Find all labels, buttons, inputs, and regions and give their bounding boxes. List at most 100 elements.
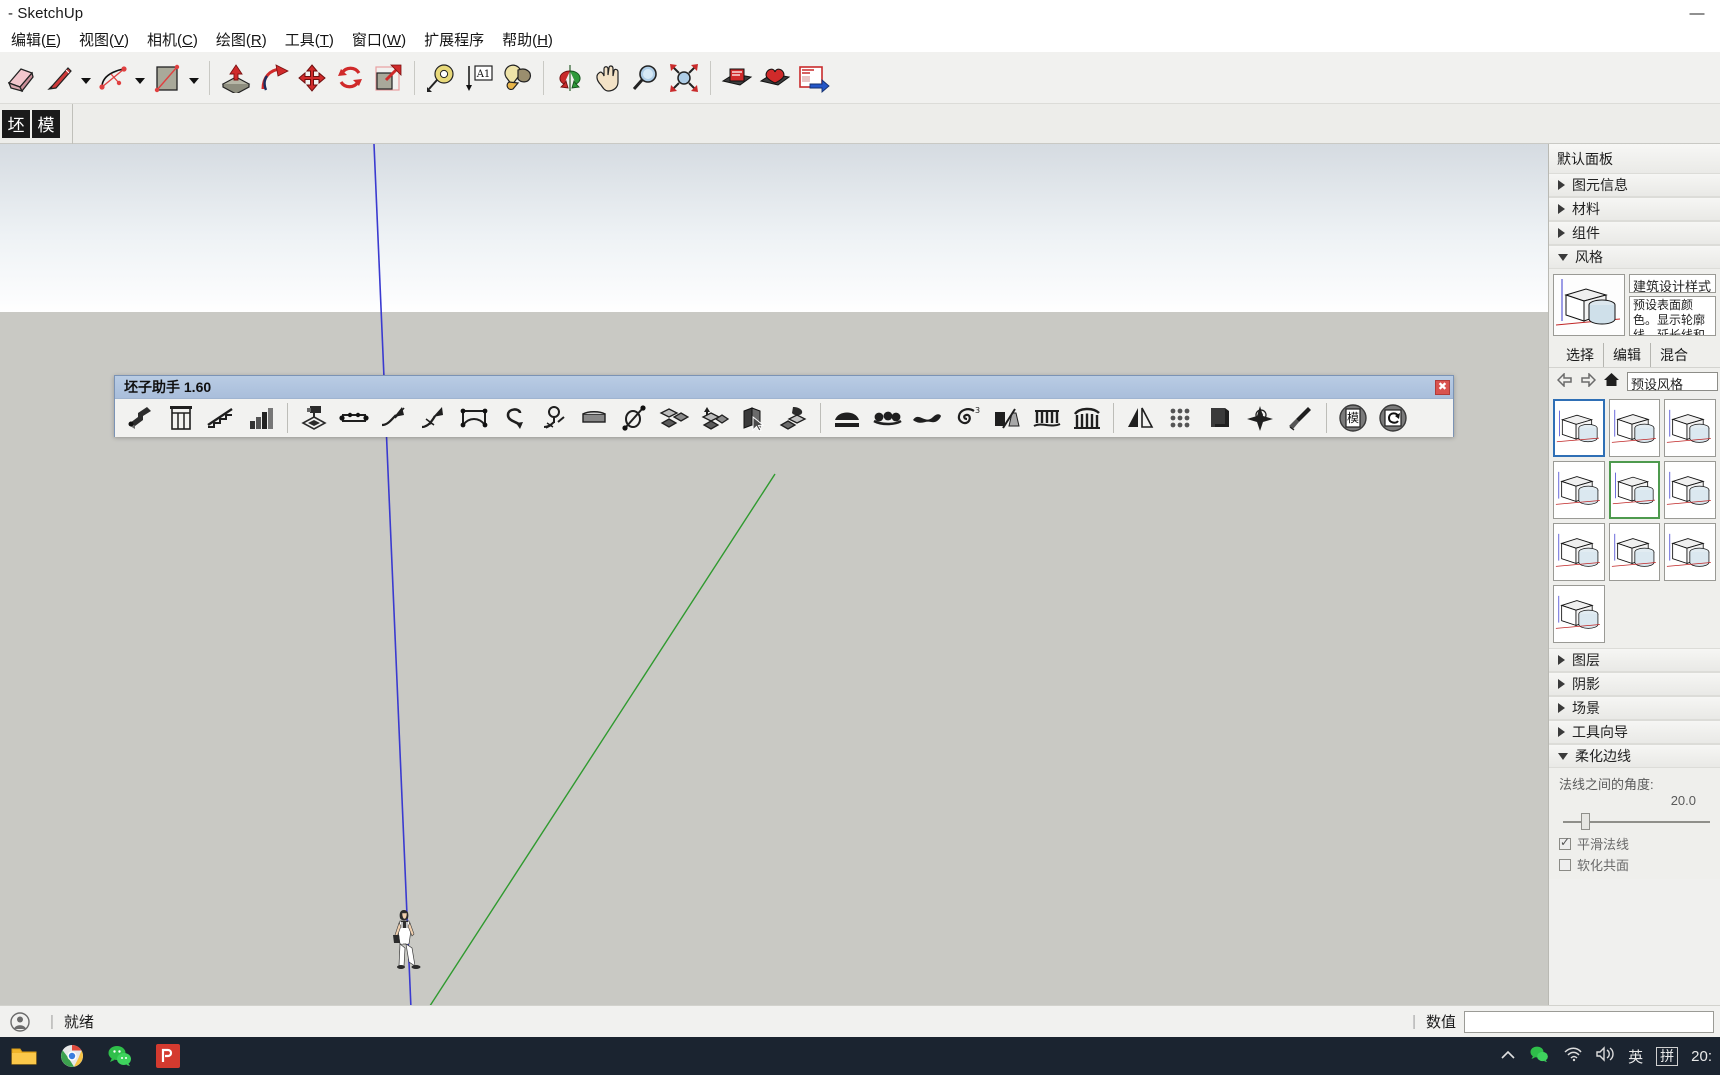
array-grid-icon[interactable] [1160, 400, 1200, 436]
wechat-icon[interactable] [96, 1037, 144, 1075]
dots-line-icon[interactable] [867, 400, 907, 436]
rectangle-tool[interactable] [148, 58, 186, 98]
tiles-up-icon[interactable] [694, 400, 734, 436]
dimension-tool[interactable]: A1 [460, 58, 498, 98]
spiral-icon[interactable]: 3 [947, 400, 987, 436]
zoom-tool[interactable] [627, 58, 665, 98]
default-tray-panel[interactable]: 默认面板 图元信息 材料 组件 风格 建筑设计样式 预设表面颜色。显示轮廓线、延长线和… [1548, 144, 1720, 1005]
arrow-left-icon[interactable] [1556, 371, 1573, 390]
arc-tool[interactable] [94, 58, 132, 98]
plugin-toolbar-titlebar[interactable]: 坯子助手 1.60 ✖ [115, 376, 1453, 399]
chevron-right-icon[interactable] [1558, 727, 1565, 737]
menu-item-3[interactable]: 绘图(R) [207, 27, 276, 52]
circle-pin-icon[interactable] [614, 400, 654, 436]
zoom-extents-tool[interactable] [665, 58, 703, 98]
ime-mode[interactable]: 拼 [1656, 1046, 1679, 1066]
box-select-icon[interactable] [734, 400, 774, 436]
pdf-app-icon[interactable] [144, 1037, 192, 1075]
display-section-tool[interactable] [756, 58, 794, 98]
menu-item-0[interactable]: 编辑(E) [2, 27, 70, 52]
file-explorer-icon[interactable] [0, 1037, 48, 1075]
chevron-right-icon[interactable] [1558, 204, 1565, 214]
curve-arrow-2-icon[interactable] [414, 400, 454, 436]
move-tool[interactable] [293, 58, 331, 98]
menu-item-6[interactable]: 扩展程序 [415, 27, 493, 52]
slope-icon[interactable] [987, 400, 1027, 436]
model-viewport[interactable] [0, 144, 1548, 1005]
circle-node-icon[interactable] [534, 400, 574, 436]
menu-item-7[interactable]: 帮助(H) [493, 27, 562, 52]
arrow-right-icon[interactable] [1580, 371, 1597, 390]
chevron-right-icon[interactable] [1558, 703, 1565, 713]
chevron-up-icon[interactable] [1500, 1048, 1516, 1065]
rectangle-tool-dropdown[interactable] [186, 58, 202, 98]
bar-steps-icon[interactable] [241, 400, 281, 436]
style-thumb-8[interactable] [1664, 523, 1716, 581]
window-grid-icon[interactable] [161, 400, 201, 436]
minimize-button[interactable]: — [1674, 0, 1720, 26]
chevron-right-icon[interactable] [1558, 228, 1565, 238]
angle-slider[interactable] [1559, 811, 1710, 833]
face-slab-icon[interactable] [574, 400, 614, 436]
section-layers[interactable]: 图层 [1549, 648, 1720, 672]
smooth-normals-checkbox[interactable] [1559, 835, 1571, 850]
colonnade-icon[interactable] [1067, 400, 1107, 436]
style-thumb-1[interactable] [1608, 399, 1661, 457]
style-thumb-5[interactable] [1664, 461, 1716, 519]
stairs-icon[interactable] [201, 400, 241, 436]
account-icon[interactable] [0, 1011, 40, 1032]
style-thumb-4[interactable] [1608, 461, 1661, 519]
chevron-right-icon[interactable] [1558, 655, 1565, 665]
fold-tool-icon[interactable] [121, 400, 161, 436]
soften-coplanar-row[interactable]: 软化共面 [1559, 854, 1710, 875]
style-collection-select[interactable]: 预设风格 [1627, 371, 1718, 392]
scale-tool[interactable] [369, 58, 407, 98]
viewport-canvas[interactable] [0, 144, 1548, 1005]
pan-tool[interactable] [589, 58, 627, 98]
style-thumb-0[interactable] [1553, 399, 1605, 457]
north-arrow-icon[interactable]: N [1240, 400, 1280, 436]
mirror-icon[interactable] [1120, 400, 1160, 436]
style-tab-1[interactable]: 编辑 [1603, 342, 1650, 367]
style-thumb-3[interactable] [1553, 461, 1605, 519]
weld-icon[interactable] [294, 400, 334, 436]
style-name[interactable]: 建筑设计样式 [1629, 274, 1716, 293]
arc-span-icon[interactable] [454, 400, 494, 436]
section-tool-guide[interactable]: 工具向导 [1549, 720, 1720, 744]
style-thumb-2[interactable] [1664, 399, 1716, 457]
home-icon[interactable] [1603, 372, 1620, 390]
divide-line-icon[interactable] [334, 400, 374, 436]
line-tool-dropdown[interactable] [78, 58, 94, 98]
section-shadows[interactable]: 阴影 [1549, 672, 1720, 696]
tab-mo[interactable]: 模 [32, 109, 60, 138]
chevron-right-icon[interactable] [1558, 679, 1565, 689]
style-tab-2[interactable]: 混合 [1650, 342, 1697, 367]
eraser-tool[interactable] [2, 58, 40, 98]
wifi-icon[interactable] [1562, 1046, 1582, 1066]
taskbar-clock[interactable]: 20: [1691, 1048, 1712, 1065]
pushpull-tool[interactable] [217, 58, 255, 98]
tab-huai[interactable]: 坯 [2, 109, 30, 138]
chevron-down-icon[interactable] [1558, 752, 1568, 760]
rotate-tool[interactable] [331, 58, 369, 98]
chevron-right-icon[interactable] [1558, 180, 1565, 190]
menu-item-2[interactable]: 相机(C) [138, 27, 207, 52]
volume-icon[interactable] [1595, 1046, 1615, 1066]
menu-item-4[interactable]: 工具(T) [276, 27, 343, 52]
tiles-icon[interactable] [654, 400, 694, 436]
section-scenes[interactable]: 场景 [1549, 696, 1720, 720]
orbit-tool[interactable] [551, 58, 589, 98]
wave-icon[interactable] [907, 400, 947, 436]
arc-tool-dropdown[interactable] [132, 58, 148, 98]
curve-arrow-icon[interactable] [374, 400, 414, 436]
section-components[interactable]: 组件 [1549, 221, 1720, 245]
menu-item-1[interactable]: 视图(V) [70, 27, 138, 52]
chevron-down-icon[interactable] [1558, 253, 1568, 261]
followme-tool[interactable] [255, 58, 293, 98]
face-stack-icon[interactable] [774, 400, 814, 436]
section-entity-info[interactable]: 图元信息 [1549, 173, 1720, 197]
section-soften-edges[interactable]: 柔化边线 [1549, 744, 1720, 768]
paint-bucket-tool[interactable] [498, 58, 536, 98]
reload-badge-icon[interactable] [1373, 400, 1413, 436]
section-styles[interactable]: 风格 [1549, 245, 1720, 269]
